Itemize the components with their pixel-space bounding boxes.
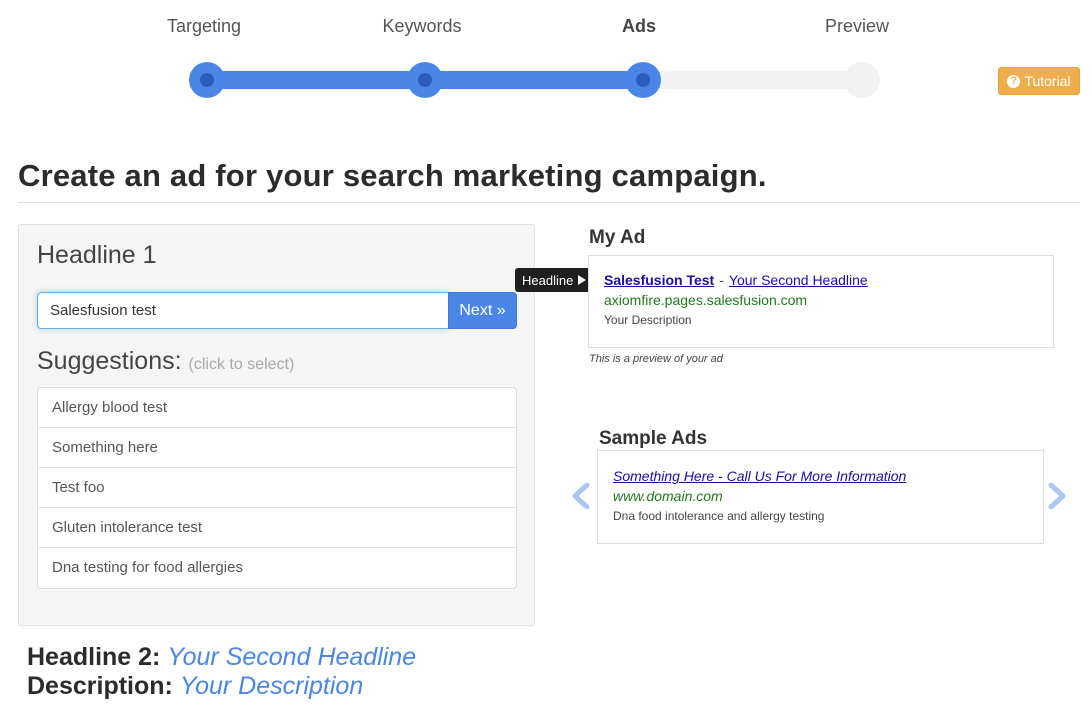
my-ad-headline: Salesfusion Test - Your Second Headline	[604, 272, 1053, 288]
headline1-label: Headline 1	[37, 241, 157, 269]
description-value[interactable]: Your Description	[180, 672, 363, 700]
suggestion-item[interactable]: Test foo	[38, 468, 516, 508]
my-ad-separator: -	[719, 272, 724, 288]
suggestions-list: Allergy blood test Something here Test f…	[37, 387, 517, 589]
my-ad-preview: Salesfusion Test - Your Second Headline ax…	[588, 255, 1054, 348]
suggestion-item[interactable]: Allergy blood test	[38, 388, 516, 428]
headline1-input[interactable]	[37, 292, 449, 329]
page-title: Create an ad for your search marketing c…	[18, 158, 767, 193]
headline-editor-panel: Headline 1 Next » Suggestions: (click to…	[18, 224, 535, 626]
description-label: Description:	[27, 672, 173, 700]
suggestions-title: Suggestions: (click to select)	[37, 347, 294, 376]
chevron-right-icon[interactable]	[1046, 483, 1068, 509]
suggestion-item[interactable]: Something here	[38, 428, 516, 468]
suggestion-item[interactable]: Dna testing for food allergies	[38, 548, 516, 588]
headline2-label: Headline 2:	[27, 643, 161, 671]
headline2-value[interactable]: Your Second Headline	[167, 643, 416, 671]
play-arrow-icon	[578, 275, 587, 285]
step-dot-keywords[interactable]	[407, 62, 443, 98]
my-ad-description: Your Description	[604, 313, 692, 327]
step-label-targeting[interactable]: Targeting	[167, 16, 241, 37]
preview-note: This is a preview of your ad	[589, 353, 723, 365]
tutorial-button[interactable]: ? Tutorial	[998, 67, 1080, 95]
suggestions-title-text: Suggestions:	[37, 347, 182, 375]
suggestion-item[interactable]: Gluten intolerance test	[38, 508, 516, 548]
sample-ad-card: Something Here - Call Us For More Inform…	[597, 450, 1044, 544]
my-ad-headline2-link[interactable]: Your Second Headline	[729, 272, 868, 288]
step-label-keywords[interactable]: Keywords	[382, 16, 461, 37]
step-dot-preview[interactable]	[844, 62, 880, 98]
tutorial-button-label: Tutorial	[1024, 73, 1071, 89]
sample-ad-headline: Something Here - Call Us For More Inform…	[613, 468, 1043, 484]
step-dot-targeting[interactable]	[189, 62, 225, 98]
step-label-preview[interactable]: Preview	[825, 16, 889, 37]
title-divider	[18, 202, 1080, 203]
sample-ad-headline-link[interactable]: Something Here - Call Us For More Inform…	[613, 468, 906, 484]
headline2-summary: Headline 2: Your Second Headline	[27, 643, 416, 672]
description-summary: Description: Your Description	[27, 672, 363, 701]
headline-tooltip: Headline	[515, 268, 594, 292]
sample-ads-heading: Sample Ads	[599, 428, 708, 449]
next-button[interactable]: Next »	[448, 292, 517, 329]
headline-tooltip-text: Headline	[522, 272, 574, 288]
step-dot-ads[interactable]	[625, 62, 661, 98]
sample-ad-description: Dna food intolerance and allergy testing	[613, 509, 825, 523]
suggestions-hint: (click to select)	[188, 356, 295, 373]
chevron-left-icon[interactable]	[570, 483, 592, 509]
my-ad-heading: My Ad	[589, 227, 646, 248]
sample-ad-url: www.domain.com	[613, 488, 723, 504]
my-ad-headline1-link[interactable]: Salesfusion Test	[604, 272, 714, 288]
question-circle-icon: ?	[1007, 74, 1021, 88]
my-ad-url: axiomfire.pages.salesfusion.com	[604, 292, 808, 308]
step-label-ads[interactable]: Ads	[622, 16, 656, 37]
